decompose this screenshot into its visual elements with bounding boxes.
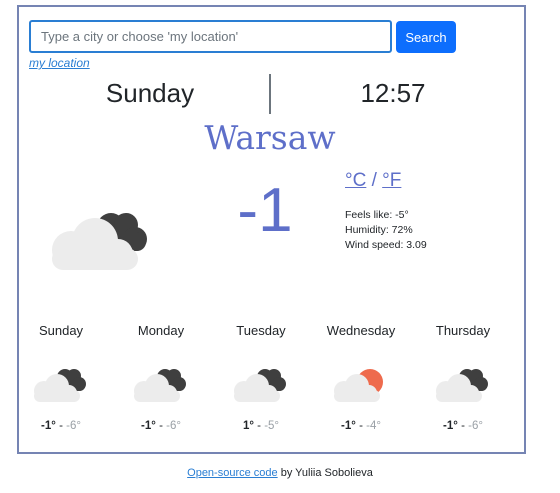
forecast-max: -1° bbox=[141, 420, 156, 432]
city-name: Warsaw bbox=[204, 118, 336, 157]
partly-sunny-icon bbox=[334, 369, 383, 402]
temp-separator: - bbox=[355, 420, 367, 432]
forecast-day-name: Wednesday bbox=[326, 323, 396, 338]
cloudy-night-icon bbox=[52, 213, 147, 270]
fahrenheit-link[interactable]: °F bbox=[382, 170, 401, 191]
forecast-min: -4° bbox=[366, 420, 381, 432]
wind-speed: Wind speed: 3.09 bbox=[345, 239, 427, 251]
forecast-temps: -1° - -4° bbox=[316, 420, 406, 432]
unit-switcher: °C / °F bbox=[345, 170, 401, 192]
forecast-max: -1° bbox=[341, 420, 356, 432]
forecast-temps: -1° - -6° bbox=[418, 420, 508, 432]
current-time: 12:57 bbox=[360, 78, 426, 108]
forecast-day: Wednesday -1° - -4° bbox=[316, 323, 406, 432]
forecast-min: -6° bbox=[166, 420, 181, 432]
temp-separator: - bbox=[253, 420, 265, 432]
forecast-min: -5° bbox=[264, 420, 280, 432]
celsius-link[interactable]: °C bbox=[345, 170, 366, 191]
forecast-day: Monday -1° - -6° bbox=[116, 323, 206, 432]
humidity: Humidity: 72% bbox=[345, 224, 413, 236]
weather-details: Feels like: -5° Humidity: 72% Wind speed… bbox=[345, 208, 427, 253]
forecast-min: -6° bbox=[468, 420, 483, 432]
my-location-link[interactable]: my location bbox=[29, 56, 90, 70]
cloudy-night-icon bbox=[134, 369, 186, 402]
cloudy-night-icon bbox=[34, 369, 86, 402]
current-temperature: -1 bbox=[237, 176, 293, 245]
search-input[interactable] bbox=[29, 20, 392, 53]
forecast-day-name: Thursday bbox=[435, 323, 491, 338]
cloudy-night-icon bbox=[234, 369, 286, 402]
forecast-day: Tuesday 1° - -5° bbox=[216, 323, 306, 432]
search-button[interactable]: Search bbox=[396, 21, 456, 53]
unit-separator: / bbox=[371, 170, 377, 191]
forecast-day-name: Sunday bbox=[38, 323, 84, 338]
forecast-max: -1° bbox=[41, 420, 56, 432]
forecast-day: Sunday -1° - -6° bbox=[16, 323, 106, 432]
forecast-temps: 1° - -5° bbox=[216, 420, 306, 432]
feels-like: Feels like: -5° bbox=[345, 209, 409, 221]
footer-author: by Yuliia Sobolieva bbox=[277, 467, 373, 479]
forecast-day: Thursday -1° - -6° bbox=[418, 323, 508, 432]
forecast-day-name: Monday bbox=[137, 323, 185, 338]
cloudy-night-icon bbox=[436, 369, 488, 402]
forecast-max: -1° bbox=[443, 420, 458, 432]
temp-separator: - bbox=[55, 420, 67, 432]
temp-separator: - bbox=[457, 420, 469, 432]
day-time-divider bbox=[269, 74, 271, 114]
forecast-temps: -1° - -6° bbox=[16, 420, 106, 432]
forecast-temps: -1° - -6° bbox=[116, 420, 206, 432]
forecast-max: 1° bbox=[242, 420, 254, 432]
footer: Open-source code by Yuliia Sobolieva bbox=[0, 467, 560, 479]
forecast-min: -6° bbox=[66, 420, 81, 432]
source-code-link[interactable]: Open-source code bbox=[187, 467, 278, 479]
forecast-day-name: Tuesday bbox=[236, 323, 286, 338]
current-day: Sunday bbox=[105, 78, 195, 108]
temp-separator: - bbox=[155, 420, 167, 432]
